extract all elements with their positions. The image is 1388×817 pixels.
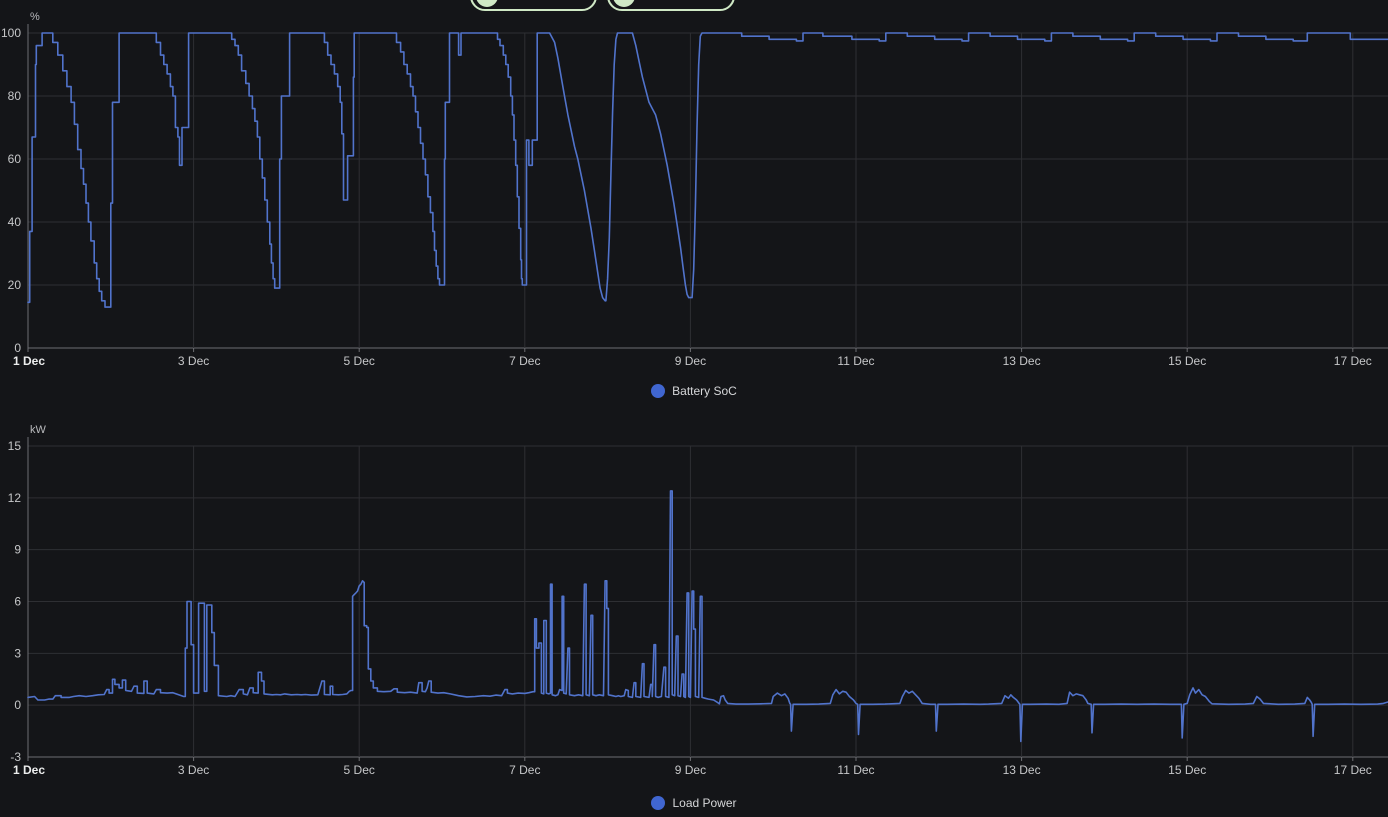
- x-tick-label: 13 Dec: [1003, 763, 1041, 777]
- y-tick-label: -3: [10, 750, 21, 764]
- x-tick-label: 17 Dec: [1334, 354, 1372, 368]
- y-axis-unit-label: kW: [30, 424, 47, 436]
- y-tick-label: 40: [8, 215, 22, 229]
- battery-soc-chart[interactable]: 0 20 40 60 80 100 1 Dec 3 Dec 5 Dec 7 Dec 9 Dec 11 …: [0, 0, 1388, 410]
- legend-dot-icon: [651, 384, 665, 398]
- legend-load-power[interactable]: Load Power: [0, 795, 1388, 811]
- x-tick-label: 5 Dec: [344, 763, 375, 777]
- y-tick-label: 3: [14, 646, 21, 660]
- y-tick-label: 0: [14, 341, 21, 355]
- y-tick-label: 80: [8, 89, 22, 103]
- legend-label: Battery SoC: [672, 384, 737, 398]
- x-tick-label: 11 Dec: [837, 763, 874, 777]
- y-tick-label: 60: [8, 152, 22, 166]
- x-tick-label: 9 Dec: [675, 763, 706, 777]
- series-line-battery-soc: [28, 33, 1388, 307]
- x-tick-label: 13 Dec: [1003, 354, 1041, 368]
- battery-soc-panel: 0 20 40 60 80 100 1 Dec 3 Dec 5 Dec 7 Dec 9 Dec 11 …: [0, 0, 1388, 410]
- x-tick-label: 3 Dec: [178, 354, 209, 368]
- x-tick-label: 1 Dec: [13, 763, 45, 777]
- load-power-chart[interactable]: -3 0 3 6 9 12 15 1 Dec 3 Dec 5 Dec 7 Dec 9 Dec 11 De…: [0, 418, 1388, 817]
- x-tick-label: 1 Dec: [13, 354, 45, 368]
- y-axis-unit-label: %: [30, 11, 40, 23]
- x-tick-label: 7 Dec: [509, 354, 540, 368]
- y-tick-label: 6: [14, 595, 21, 609]
- x-tick-label: 15 Dec: [1168, 354, 1206, 368]
- y-tick-label: 100: [1, 26, 21, 40]
- series-line-load-power: [28, 491, 1388, 742]
- x-tick-label: 7 Dec: [509, 763, 540, 777]
- x-tick-label: 3 Dec: [178, 763, 209, 777]
- y-tick-label: 12: [8, 491, 22, 505]
- x-tick-label: 17 Dec: [1334, 763, 1372, 777]
- x-tick-label: 5 Dec: [344, 354, 375, 368]
- y-tick-label: 15: [8, 439, 22, 453]
- legend-battery-soc[interactable]: Battery SoC: [0, 383, 1388, 399]
- dashboard-root: { "colors": { "background": "#141518", "…: [0, 0, 1388, 817]
- y-tick-label: 20: [8, 278, 22, 292]
- legend-label: Load Power: [672, 796, 736, 810]
- legend-dot-icon: [651, 796, 665, 810]
- load-power-panel: -3 0 3 6 9 12 15 1 Dec 3 Dec 5 Dec 7 Dec 9 Dec 11 De…: [0, 418, 1388, 817]
- x-tick-label: 9 Dec: [675, 354, 706, 368]
- x-tick-label: 11 Dec: [837, 354, 874, 368]
- y-tick-label: 9: [14, 543, 21, 557]
- x-tick-label: 15 Dec: [1168, 763, 1206, 777]
- y-tick-label: 0: [14, 698, 21, 712]
